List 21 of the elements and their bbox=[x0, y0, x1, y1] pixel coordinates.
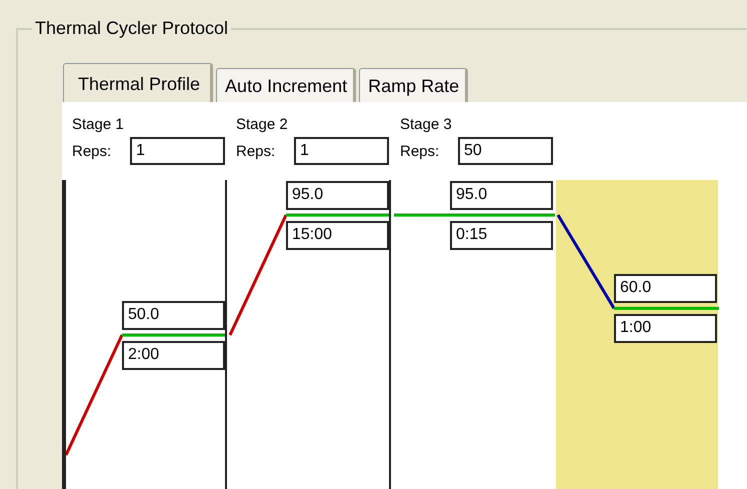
reps-field[interactable]: 1 bbox=[294, 137, 389, 165]
tab[interactable]: Ramp Rate bbox=[359, 68, 468, 103]
time-field[interactable]: 0:15 bbox=[450, 220, 553, 250]
time-field[interactable]: 1:00 bbox=[614, 314, 717, 344]
reps-field[interactable]: 50 bbox=[458, 137, 553, 165]
stage-label: Stage 2 bbox=[236, 117, 288, 133]
reps-field[interactable]: 1 bbox=[130, 137, 225, 165]
temperature-field[interactable]: 60.0 bbox=[614, 274, 717, 304]
temperature-field[interactable]: 50.0 bbox=[122, 301, 225, 330]
reps-label: Reps: bbox=[236, 144, 276, 160]
ramp-line bbox=[394, 213, 450, 216]
temperature-field[interactable]: 95.0 bbox=[286, 180, 389, 210]
stage-label: Stage 3 bbox=[400, 117, 452, 133]
tab[interactable]: Auto Increment bbox=[216, 68, 356, 103]
reps-label: Reps: bbox=[400, 144, 440, 160]
reps-label: Reps: bbox=[72, 144, 112, 160]
temperature-field[interactable]: 95.0 bbox=[450, 180, 553, 210]
tab[interactable]: Thermal Profile bbox=[63, 63, 214, 103]
time-field[interactable]: 2:00 bbox=[122, 341, 225, 370]
time-field[interactable]: 15:00 bbox=[286, 220, 389, 250]
stage-label: Stage 1 bbox=[72, 117, 124, 133]
